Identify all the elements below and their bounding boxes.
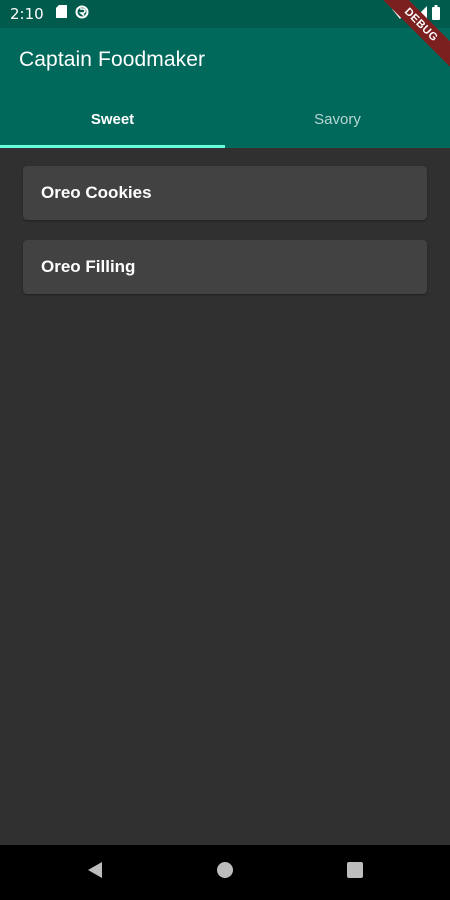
tab-sweet[interactable]: Sweet xyxy=(0,90,225,148)
wifi-icon xyxy=(392,5,408,25)
recipe-name: Oreo Cookies xyxy=(41,183,152,202)
recipe-card-oreo-cookies[interactable]: Oreo Cookies xyxy=(23,166,427,220)
app-bar: Captain Foodmaker Sweet Savory xyxy=(0,28,450,148)
status-bar: 2:10 xyxy=(0,0,450,28)
status-time: 2:10 xyxy=(10,5,44,23)
tab-savory-label: Savory xyxy=(314,110,361,128)
tab-sweet-label: Sweet xyxy=(90,110,135,128)
recipe-list: Oreo Cookies Oreo Filling xyxy=(0,148,450,845)
recipe-name: Oreo Filling xyxy=(41,257,136,276)
circular-sync-icon xyxy=(75,5,89,24)
tab-savory[interactable]: Savory xyxy=(225,90,450,148)
status-icons-right xyxy=(392,5,440,25)
signal-icon xyxy=(413,5,427,25)
navigation-bar xyxy=(0,845,450,900)
home-button[interactable] xyxy=(195,845,255,900)
home-icon xyxy=(216,861,234,884)
back-button[interactable] xyxy=(65,845,125,900)
sd-card-icon xyxy=(55,5,67,23)
status-icons-left xyxy=(55,5,89,24)
back-icon xyxy=(86,861,104,884)
app-screen: 2:10 Captain Foodmaker Sweet Savory DEBU… xyxy=(0,0,450,900)
recipe-card-oreo-filling[interactable]: Oreo Filling xyxy=(23,240,427,294)
recents-icon xyxy=(347,862,363,883)
app-title: Captain Foodmaker xyxy=(19,48,206,71)
battery-icon xyxy=(432,5,440,25)
tab-bar: Sweet Savory xyxy=(0,90,450,148)
recents-button[interactable] xyxy=(325,845,385,900)
